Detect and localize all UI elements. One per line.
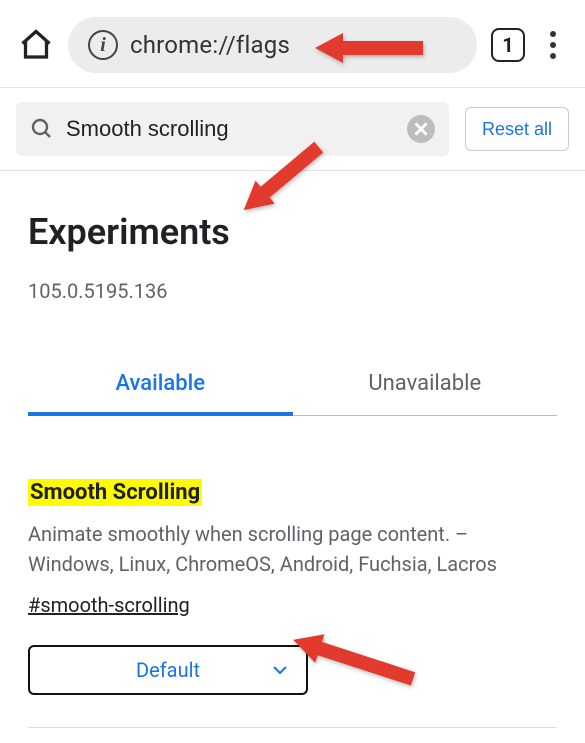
info-icon: i xyxy=(88,30,118,60)
tab-count-value: 1 xyxy=(502,33,513,57)
search-box[interactable] xyxy=(16,102,449,156)
clear-search-icon[interactable] xyxy=(407,115,435,143)
tab-switcher[interactable]: 1 xyxy=(491,28,525,62)
flag-title: Smooth Scrolling xyxy=(28,479,202,506)
search-icon xyxy=(30,117,54,141)
flag-hash-link[interactable]: #smooth-scrolling xyxy=(28,593,190,617)
flag-item: Smooth Scrolling Animate smoothly when s… xyxy=(28,480,557,728)
reset-all-button[interactable]: Reset all xyxy=(465,107,569,151)
page-content: Experiments 105.0.5195.136 Available Una… xyxy=(0,171,585,728)
tab-unavailable[interactable]: Unavailable xyxy=(293,355,558,415)
browser-topbar: i chrome://flags 1 xyxy=(0,0,585,88)
tabs: Available Unavailable xyxy=(28,355,557,416)
select-value: Default xyxy=(136,658,200,682)
home-icon[interactable] xyxy=(18,27,54,63)
url-text: chrome://flags xyxy=(130,31,290,59)
flag-description: Animate smoothly when scrolling page con… xyxy=(28,519,557,579)
tab-available[interactable]: Available xyxy=(28,355,293,416)
more-menu-icon[interactable] xyxy=(539,31,567,59)
search-input[interactable] xyxy=(66,116,395,142)
search-row: Reset all xyxy=(0,88,585,171)
flag-state-select[interactable]: Default xyxy=(28,645,308,695)
page-title: Experiments xyxy=(28,211,557,253)
version-text: 105.0.5195.136 xyxy=(28,279,557,303)
address-bar[interactable]: i chrome://flags xyxy=(68,17,477,73)
